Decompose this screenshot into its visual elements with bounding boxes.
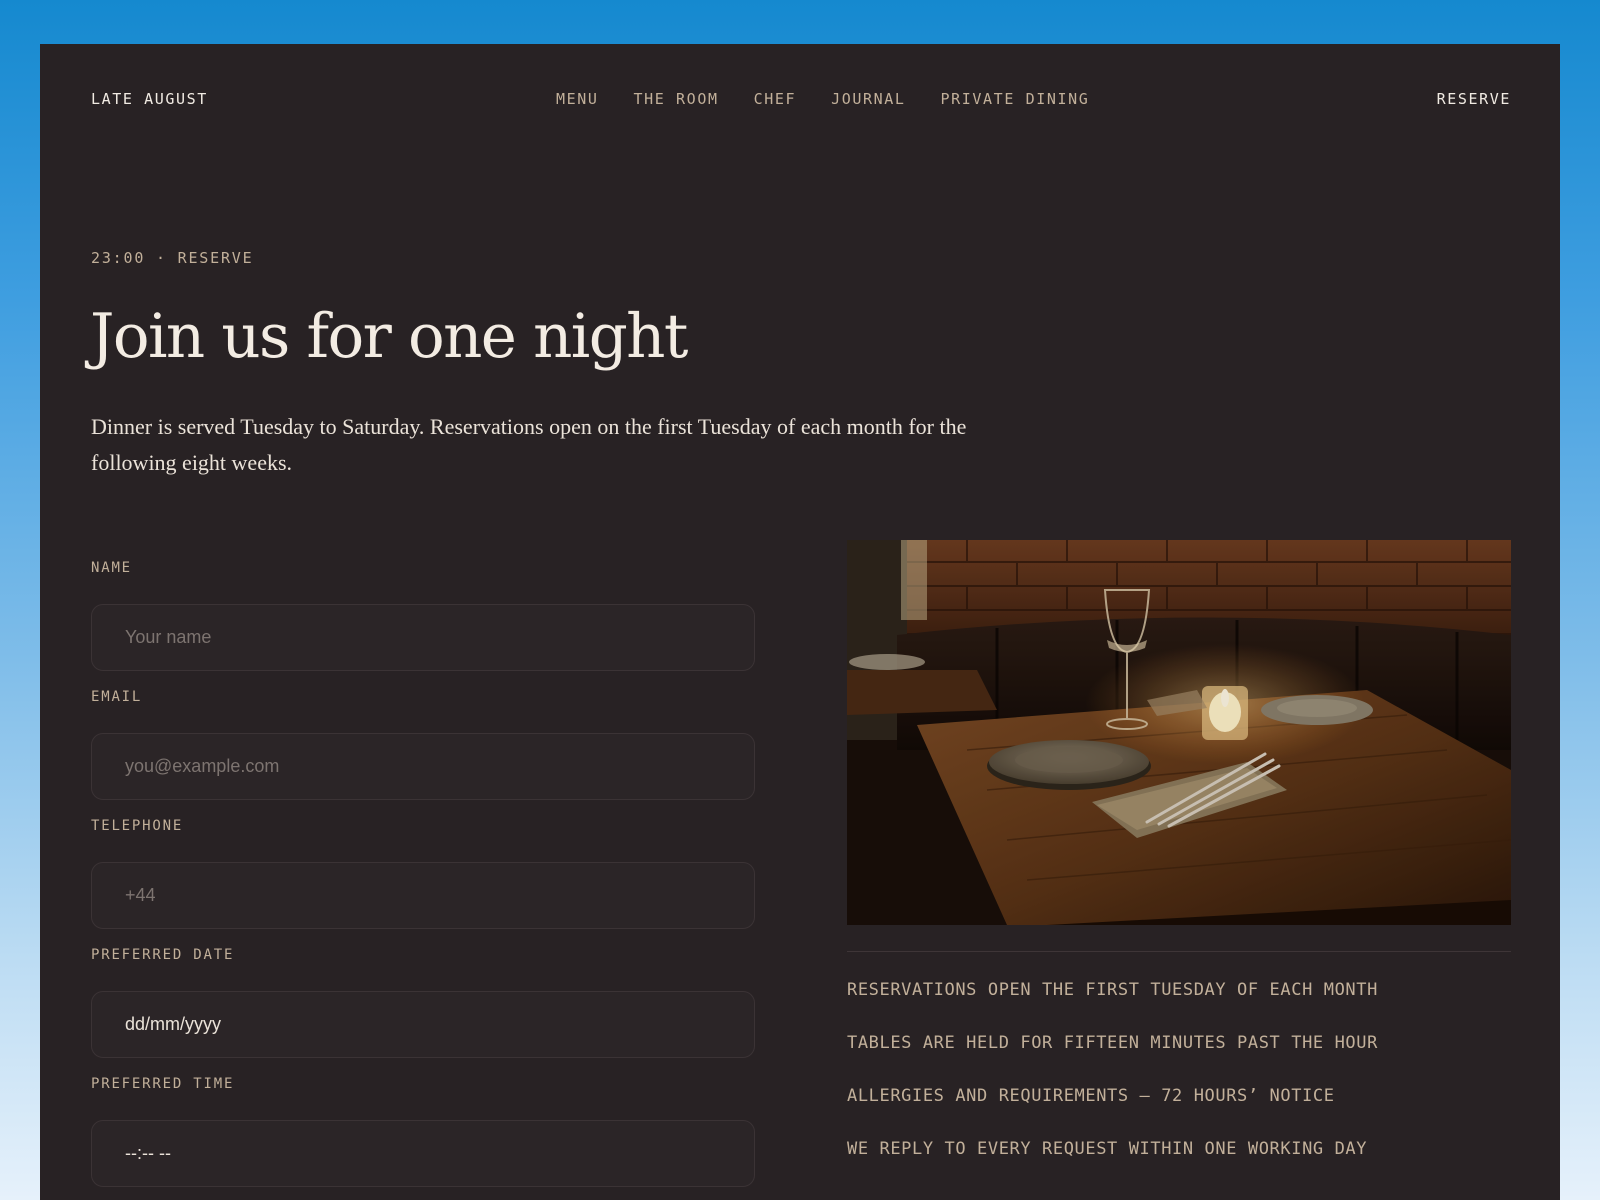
page-panel: LATE AUGUST MENU THE ROOM CHEF JOURNAL P…	[40, 44, 1560, 1200]
nav-link-private-dining[interactable]: PRIVATE DINING	[941, 86, 1090, 112]
note-item: RESERVATIONS OPEN THE FIRST TUESDAY OF E…	[847, 980, 1378, 1000]
nav-link-journal[interactable]: JOURNAL	[831, 86, 905, 112]
nav-link-menu[interactable]: MENU	[556, 86, 599, 112]
eyebrow-label: 23:00 · RESERVE	[91, 249, 254, 267]
name-label: NAME	[91, 560, 132, 576]
note-item: TABLES ARE HELD FOR FIFTEEN MINUTES PAST…	[847, 1033, 1378, 1053]
nav-link-the-room[interactable]: THE ROOM	[634, 86, 719, 112]
name-input[interactable]	[91, 604, 755, 671]
preferred-date-input[interactable]	[91, 991, 755, 1058]
reservation-form: NAME EMAIL TELEPHONE PREFERRED DATE PREF…	[91, 558, 755, 1187]
telephone-label: TELEPHONE	[91, 818, 184, 834]
preferred-date-label: PREFERRED DATE	[91, 947, 235, 963]
email-input[interactable]	[91, 733, 755, 800]
page-title: Join us for one night	[90, 301, 688, 372]
reservation-notes: RESERVATIONS OPEN THE FIRST TUESDAY OF E…	[847, 977, 1378, 1189]
restaurant-table-photo	[847, 540, 1511, 925]
preferred-time-input[interactable]	[91, 1120, 755, 1187]
notes-divider	[847, 951, 1511, 952]
main-menu: MENU THE ROOM CHEF JOURNAL PRIVATE DININ…	[556, 86, 1124, 112]
reserve-nav-link[interactable]: RESERVE	[1437, 86, 1511, 112]
note-item: ALLERGIES AND REQUIREMENTS — 72 HOURS’ N…	[847, 1086, 1335, 1106]
table-scene-illustration	[847, 540, 1511, 925]
intro-paragraph: Dinner is served Tuesday to Saturday. Re…	[91, 414, 967, 475]
note-item: WE REPLY TO EVERY REQUEST WITHIN ONE WOR…	[847, 1139, 1368, 1159]
brand-logo[interactable]: LATE AUGUST	[91, 86, 208, 112]
preferred-time-label: PREFERRED TIME	[91, 1076, 235, 1092]
nav-link-chef[interactable]: CHEF	[754, 86, 797, 112]
telephone-input[interactable]	[91, 862, 755, 929]
top-navigation: LATE AUGUST MENU THE ROOM CHEF JOURNAL P…	[91, 86, 1511, 112]
email-label: EMAIL	[91, 689, 143, 705]
